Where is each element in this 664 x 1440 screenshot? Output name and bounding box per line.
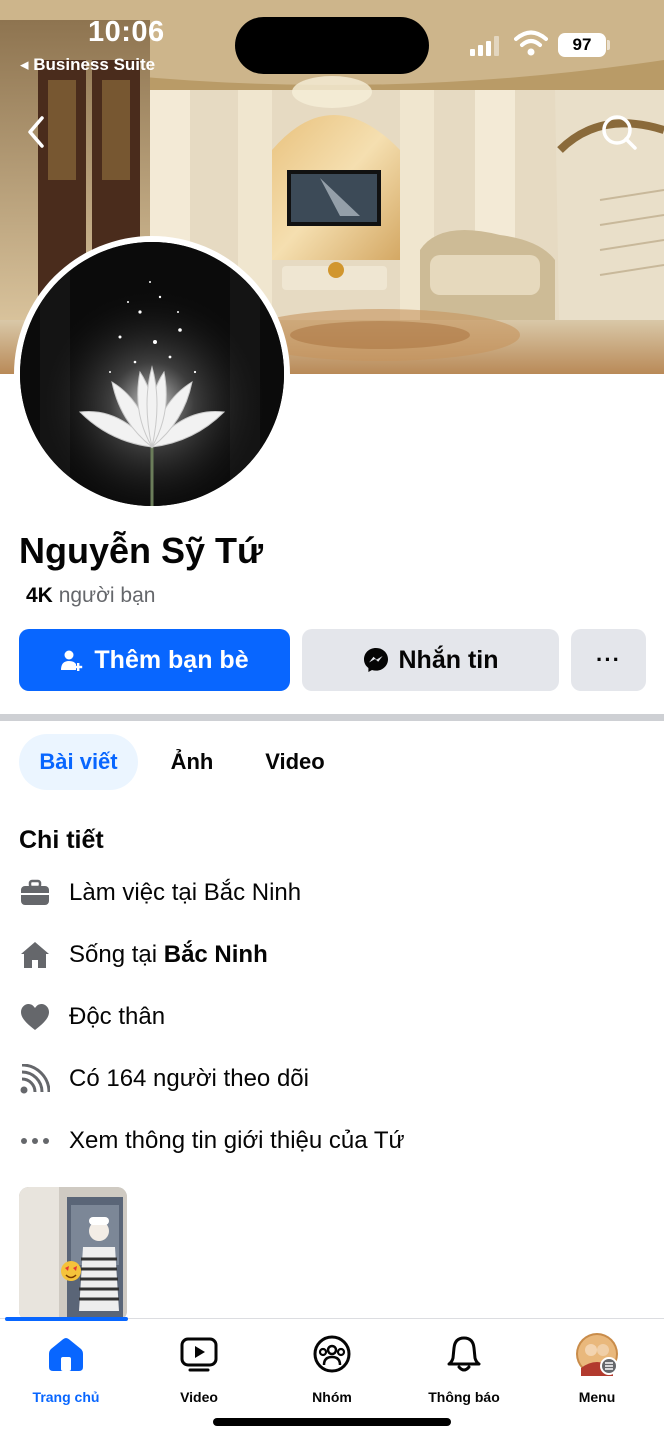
groups-icon	[313, 1335, 351, 1373]
ellipsis-icon	[21, 1138, 49, 1144]
detail-work: Làm việc tại Bắc Ninh	[19, 873, 301, 913]
search-icon[interactable]	[599, 112, 639, 152]
back-to-app-link[interactable]: ◂ Business Suite	[20, 55, 155, 75]
add-friend-button[interactable]: Thêm bạn bè	[19, 629, 290, 691]
profile-name: Nguyễn Sỹ Tứ	[19, 530, 264, 571]
home-indicator[interactable]	[213, 1418, 451, 1426]
see-about-info[interactable]: Xem thông tin giới thiệu của Tứ	[19, 1121, 405, 1161]
nav-home-label: Trang chủ	[32, 1389, 100, 1405]
nav-video-label: Video	[180, 1389, 218, 1405]
friends-count[interactable]: 4K người bạn	[26, 584, 155, 608]
nav-menu-label: Menu	[578, 1389, 616, 1405]
featured-photo-image	[19, 1187, 127, 1321]
status-time: 10:06	[88, 16, 165, 48]
nav-home[interactable]: Trang chủ	[6, 1333, 126, 1405]
detail-relationship: Độc thân	[19, 997, 165, 1037]
lotus-picture	[20, 242, 284, 506]
profile-avatar[interactable]	[14, 236, 290, 512]
dynamic-island	[235, 17, 429, 74]
nav-notifications-label: Thông báo	[428, 1389, 500, 1405]
detail-work-text: Làm việc tại Bắc Ninh	[69, 879, 302, 906]
home-detail-icon	[21, 942, 49, 968]
tab-posts[interactable]: Bài viết	[19, 734, 138, 790]
tab-photos[interactable]: Ảnh	[162, 734, 222, 790]
detail-relationship-text: Độc thân	[69, 1003, 166, 1030]
followers-rss-icon	[20, 1064, 50, 1094]
cellular-signal-icon	[470, 36, 499, 56]
detail-lives: Sống tại Bắc Ninh	[19, 935, 268, 975]
detail-followers-text: Có 164 người theo dõi	[69, 1065, 309, 1092]
see-about-text: Xem thông tin giới thiệu của Tứ	[69, 1127, 405, 1154]
friends-count-label: người bạn	[58, 584, 156, 607]
briefcase-icon	[21, 879, 49, 905]
section-divider	[0, 714, 664, 721]
heart-icon	[21, 1004, 49, 1030]
nav-notifications[interactable]: Thông báo	[404, 1333, 524, 1405]
messenger-icon	[363, 648, 388, 672]
message-button[interactable]: Nhắn tin	[302, 629, 559, 691]
video-icon	[180, 1337, 218, 1372]
friends-count-value: 4K	[26, 584, 53, 607]
nav-video[interactable]: Video	[139, 1333, 259, 1405]
message-label: Nhắn tin	[398, 645, 499, 674]
details-heading: Chi tiết	[19, 826, 104, 854]
add-friend-label: Thêm bạn bè	[94, 645, 249, 674]
battery-indicator: 97	[558, 33, 606, 57]
back-arrow-icon[interactable]	[20, 112, 56, 152]
nav-groups[interactable]: Nhóm	[272, 1333, 392, 1405]
add-friend-icon	[61, 650, 83, 671]
detail-lives-place[interactable]: Bắc Ninh	[164, 941, 268, 968]
tab-video[interactable]: Video	[256, 734, 334, 790]
nav-groups-label: Nhóm	[312, 1389, 352, 1405]
detail-lives-prefix: Sống tại	[69, 941, 164, 968]
detail-followers[interactable]: Có 164 người theo dõi	[19, 1059, 309, 1099]
featured-photo[interactable]	[19, 1187, 127, 1321]
nav-menu[interactable]: Menu	[537, 1333, 657, 1405]
more-options-icon: ···	[596, 647, 621, 672]
more-options-button[interactable]: ···	[571, 629, 646, 691]
battery-tip	[607, 40, 610, 50]
home-icon	[49, 1338, 83, 1371]
menu-avatar	[576, 1333, 618, 1376]
wifi-icon	[514, 30, 548, 56]
active-tab-indicator	[5, 1317, 128, 1321]
bell-icon	[447, 1336, 481, 1372]
